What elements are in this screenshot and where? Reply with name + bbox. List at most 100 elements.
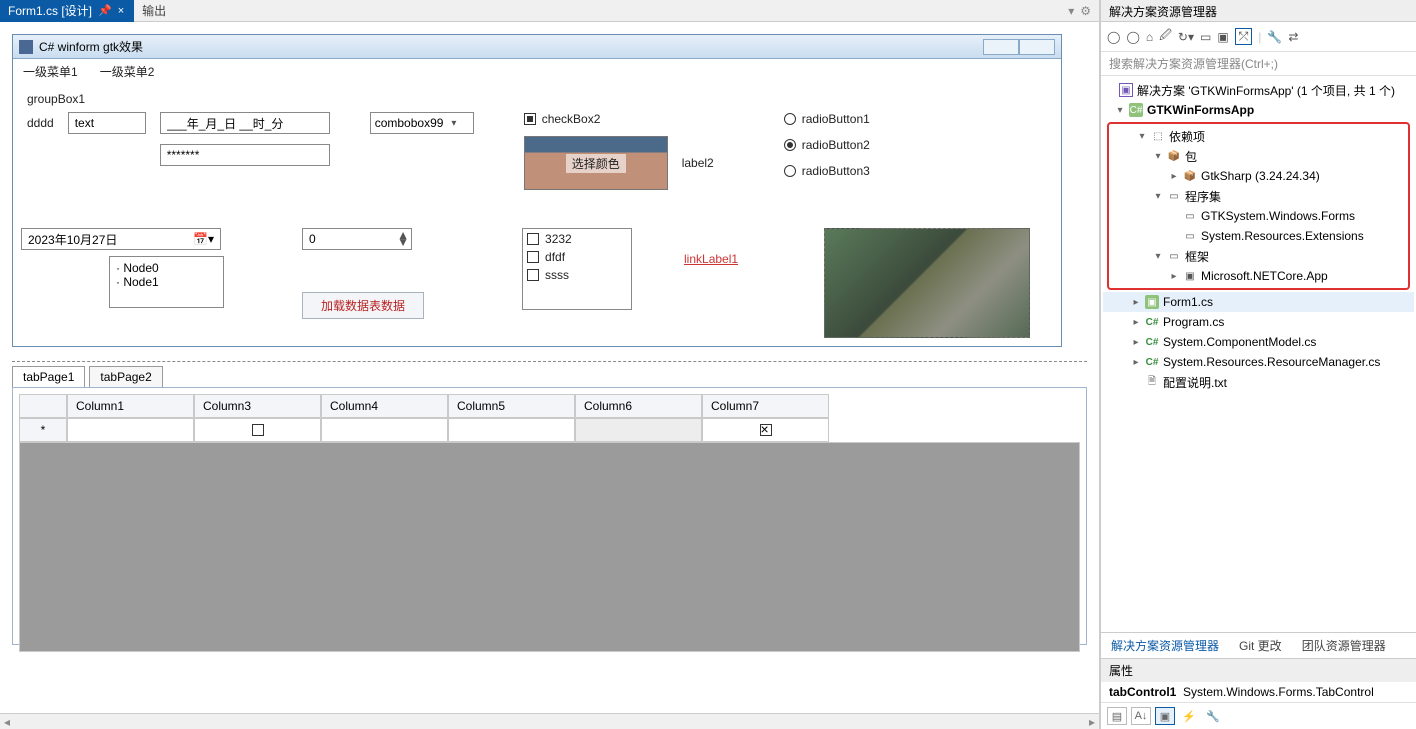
group-box: groupBox1 dddd combobox99▾ checkBox2 [21,88,1053,216]
solution-tree[interactable]: ▣解决方案 'GTKWinFormsApp' (1 个项目, 共 1 个) ▾C… [1101,76,1416,632]
file-program[interactable]: ▸C#Program.cs [1103,312,1414,332]
show-all-icon[interactable]: ▣ [1217,30,1228,44]
picturebox[interactable] [824,228,1030,338]
events-icon[interactable]: ⚡ [1179,707,1199,725]
tab-page2[interactable]: tabPage2 [89,366,162,387]
tab-team-explorer[interactable]: 团队资源管理器 [1292,633,1396,658]
textbox-masked[interactable] [160,144,330,166]
package-gtksharp[interactable]: ▸📦GtkSharp (3.24.24.34) [1109,166,1408,186]
solution-node[interactable]: ▣解决方案 'GTKWinFormsApp' (1 个项目, 共 1 个) [1103,80,1414,100]
checkbox2[interactable]: checkBox2 [524,112,714,126]
fwd-icon[interactable]: ◯ [1126,30,1139,44]
close-icon[interactable]: × [118,5,124,17]
tab-output[interactable]: 输出 [134,0,176,22]
assemblies-node[interactable]: ▾▭程序集 [1109,186,1408,206]
dropdown-icon[interactable]: ▾ [1068,4,1074,18]
textbox-text[interactable] [68,112,146,134]
sync-icon[interactable]: 🖉 [1159,26,1172,47]
highlight-box: ▾⬚依赖项 ▾📦包 ▸📦GtkSharp (3.24.24.34) ▾▭程序集 … [1107,122,1410,290]
col-header[interactable]: Column5 [448,394,575,418]
alpha-icon[interactable]: A↓ [1131,707,1151,725]
file-sysres[interactable]: ▸C#System.Resources.ResourceManager.cs [1103,352,1414,372]
col-header[interactable]: Column1 [67,394,194,418]
properties-title: 属性 [1101,659,1416,682]
tab-form1-design[interactable]: Form1.cs [设计] 📌 × [0,0,134,22]
asm-sysres[interactable]: ▭System.Resources.Extensions [1109,226,1408,246]
props-icon[interactable]: ▣ [1155,707,1175,725]
pin-icon[interactable]: 📌 [98,4,112,17]
data-grid-view[interactable]: Column1 Column3 Column4 Column5 Column6 … [19,394,1080,652]
radio1[interactable]: radioButton1 [784,112,870,126]
grid-cell[interactable] [575,418,702,442]
deps-node[interactable]: ▾⬚依赖项 [1109,126,1408,146]
back-icon[interactable]: ◯ [1107,30,1120,44]
asm-gtksystem[interactable]: ▭GTKSystem.Windows.Forms [1109,206,1408,226]
checked-listbox[interactable]: 3232 dfdf ssss [522,228,632,310]
fw-netcore[interactable]: ▸▣Microsoft.NETCore.App [1109,266,1408,286]
link-label[interactable]: linkLabel1 [684,252,738,266]
file-config[interactable]: 🗎配置说明.txt [1103,372,1414,392]
col-header[interactable]: Column3 [194,394,321,418]
datetime-picker[interactable]: 2023年10月27日 📅▾ [21,228,221,250]
row-header[interactable] [19,394,67,418]
categorize-icon[interactable]: ▤ [1107,707,1127,725]
combobox[interactable]: combobox99▾ [370,112,474,134]
chk-item[interactable]: 3232 [527,232,627,246]
grid-cell[interactable] [448,418,575,442]
more-icon[interactable]: ⇄ [1288,30,1298,44]
radio2[interactable]: radioButton2 [784,138,870,152]
framework-node[interactable]: ▾▭框架 [1109,246,1408,266]
form-designer[interactable]: C# winform gtk效果 一级菜单1 一级菜单2 groupBox1 d… [12,34,1062,347]
menu-item-2[interactable]: 一级菜单2 [100,63,155,80]
refresh-icon[interactable]: ↻▾ [1178,30,1194,44]
tab-git-changes[interactable]: Git 更改 [1229,633,1292,658]
file-syscomp[interactable]: ▸C#System.ComponentModel.cs [1103,332,1414,352]
grid-cell-checkbox[interactable] [702,418,829,442]
document-tabs: Form1.cs [设计] 📌 × 输出 ▾ ⚙ [0,0,1099,22]
col-header[interactable]: Column6 [575,394,702,418]
tree-node[interactable]: Node1 [116,275,217,289]
tree-node[interactable]: Node0 [116,261,217,275]
se-bottom-tabs: 解决方案资源管理器 Git 更改 团队资源管理器 [1101,632,1416,658]
gear-icon[interactable]: ⚙ [1080,4,1091,18]
file-form1[interactable]: ▸▣Form1.cs [1103,292,1414,312]
chk-item[interactable]: ssss [527,268,627,282]
tab-solution-explorer[interactable]: 解决方案资源管理器 [1101,633,1229,658]
wrench-icon[interactable]: 🔧 [1267,30,1282,44]
collapse-icon[interactable]: ▭ [1200,30,1211,44]
radio3[interactable]: radioButton3 [784,164,870,178]
new-row-indicator: * [19,418,67,442]
solution-search[interactable]: 搜索解决方案资源管理器(Ctrl+;) [1101,52,1416,76]
min-icon[interactable] [983,39,1019,55]
chk-item[interactable]: dfdf [527,250,627,264]
grid-cell-checkbox[interactable] [194,418,321,442]
horizontal-scrollbar[interactable]: ◂▸ [0,713,1099,729]
col-header[interactable]: Column4 [321,394,448,418]
tab-label: Form1.cs [设计] [8,2,92,19]
col-header[interactable]: Column7 [702,394,829,418]
tab-control[interactable]: tabPage1 tabPage2 Column1 Column3 Column… [12,361,1087,645]
textbox-dateformat[interactable] [160,112,330,134]
menu-strip[interactable]: 一级菜单1 一级菜单2 [13,59,1061,84]
chevron-down-icon: ▾ [451,118,456,129]
properties-object: tabControl1 System.Windows.Forms.TabCont… [1101,682,1416,702]
project-node[interactable]: ▾C#GTKWinFormsApp [1103,100,1414,120]
home-icon[interactable]: ⌂ [1146,30,1153,44]
treeview[interactable]: Node0 Node1 [109,256,224,308]
grid-cell[interactable] [321,418,448,442]
color-picker[interactable]: 选择颜色 [524,136,668,190]
packages-node[interactable]: ▾📦包 [1109,146,1408,166]
numeric-updown[interactable]: 0 ▲▼ [302,228,412,250]
wrench-icon[interactable]: 🔧 [1203,707,1223,725]
label-dddd: dddd [27,112,54,130]
spin-down-icon[interactable]: ▼ [397,239,409,246]
max-icon[interactable] [1019,39,1055,55]
preview-icon[interactable]: ⤱ [1235,28,1253,45]
load-data-button[interactable]: 加载数据表数据 [302,292,424,319]
menu-item-1[interactable]: 一级菜单1 [23,63,78,80]
solution-explorer-toolbar: ◯ ◯ ⌂ 🖉 ↻▾ ▭ ▣ ⤱ | 🔧 ⇄ [1101,22,1416,52]
properties-panel: 属性 tabControl1 System.Windows.Forms.TabC… [1101,658,1416,729]
grid-cell[interactable] [67,418,194,442]
tab-page1[interactable]: tabPage1 [12,366,85,387]
label2: label2 [682,156,714,170]
